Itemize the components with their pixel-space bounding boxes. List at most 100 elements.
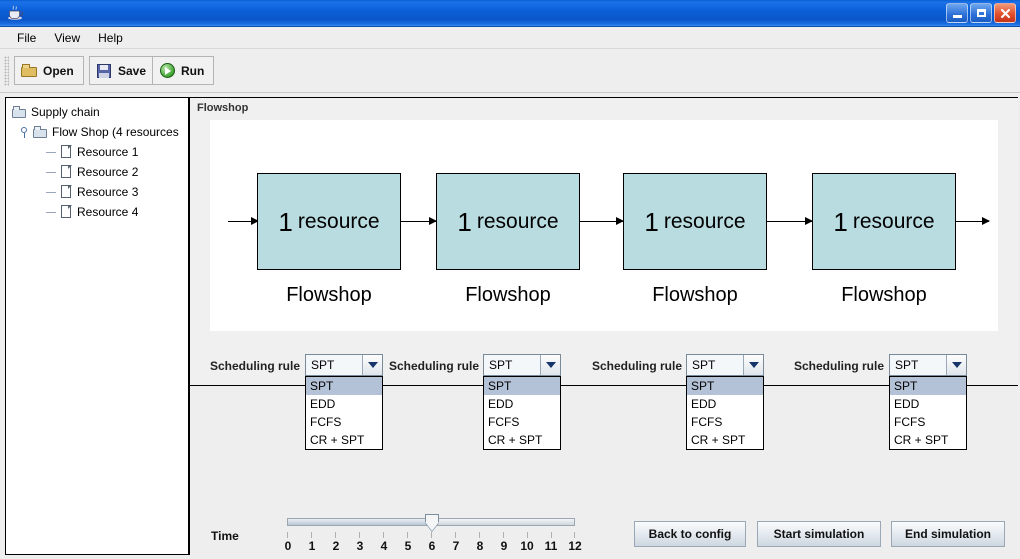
dropdown-option-fcfs[interactable]: FCFS <box>306 413 382 431</box>
save-button[interactable]: Save <box>89 56 157 85</box>
tree-view: Supply chain Flow Shop (4 resources Reso… <box>6 98 188 222</box>
scheduling-rule-dropdown-2[interactable]: SPT EDD FCFS CR + SPT <box>483 376 561 450</box>
dropdown-option-cr-spt[interactable]: CR + SPT <box>484 431 560 449</box>
menu-view[interactable]: View <box>45 29 89 47</box>
tree-item-supply-chain[interactable]: Supply chain <box>6 102 188 122</box>
folder-icon <box>33 125 48 139</box>
minimize-button[interactable] <box>946 3 968 23</box>
flow-arrow-in <box>228 217 259 225</box>
flow-arrow-1-2 <box>401 217 437 225</box>
open-button[interactable]: Open <box>14 56 84 85</box>
tree-item-resource-1[interactable]: Resource 1 <box>6 142 188 162</box>
chevron-down-icon[interactable] <box>362 355 382 375</box>
node-unit: resource <box>663 209 746 233</box>
dropdown-option-spt[interactable]: SPT <box>306 377 382 395</box>
scheduling-rule-value-2: SPT <box>489 358 513 372</box>
dropdown-option-fcfs[interactable]: FCFS <box>687 413 763 431</box>
flowshop-node-3[interactable]: 1 resource <box>623 173 767 270</box>
node-unit: resource <box>297 209 380 233</box>
menu-bar: File View Help <box>0 27 1020 49</box>
dropdown-option-edd[interactable]: EDD <box>890 395 966 413</box>
dropdown-option-edd[interactable]: EDD <box>306 395 382 413</box>
tree-item-label: Resource 1 <box>77 145 139 159</box>
flowshop-node-3-caption: Flowshop <box>652 284 738 306</box>
document-icon <box>60 185 73 199</box>
scheduling-rule-label-1: Scheduling rule <box>210 359 301 373</box>
title-bar <box>0 0 1020 27</box>
node-count: 1 <box>644 206 659 237</box>
node-unit: resource <box>852 209 935 233</box>
close-icon <box>1000 8 1010 18</box>
flow-arrow-3-4 <box>767 217 813 225</box>
tree-item-label: Supply chain <box>31 105 100 119</box>
end-simulation-button[interactable]: End simulation <box>891 521 1005 547</box>
flowshop-node-1-caption: Flowshop <box>286 284 372 306</box>
tree-branch-icon <box>46 165 60 179</box>
toolbar-grip[interactable] <box>4 56 9 86</box>
scheduling-rule-row: Scheduling rule SPT SPT EDD FCFS CR + SP… <box>189 352 1018 450</box>
menu-file[interactable]: File <box>8 29 45 47</box>
scheduling-rule-dropdown-4[interactable]: SPT EDD FCFS CR + SPT <box>889 376 967 450</box>
scheduling-rule-dropdown-3[interactable]: SPT EDD FCFS CR + SPT <box>686 376 764 450</box>
floppy-disk-icon <box>96 63 113 79</box>
scheduling-rule-select-1[interactable]: SPT <box>305 354 383 376</box>
tree-item-resource-4[interactable]: Resource 4 <box>6 202 188 222</box>
back-to-config-button[interactable]: Back to config <box>634 521 746 547</box>
node-count: 1 <box>833 206 848 237</box>
node-count: 1 <box>457 206 472 237</box>
scheduling-rule-value-1: SPT <box>311 358 335 372</box>
flowshop-node-4-caption: Flowshop <box>841 284 927 306</box>
action-button-row: Back to config Start simulation End simu… <box>0 521 1020 547</box>
document-icon <box>60 145 73 159</box>
document-icon <box>60 205 73 219</box>
scheduling-rule-dropdown-1[interactable]: SPT EDD FCFS CR + SPT <box>305 376 383 450</box>
dropdown-option-spt[interactable]: SPT <box>890 377 966 395</box>
dropdown-option-cr-spt[interactable]: CR + SPT <box>306 431 382 449</box>
flowshop-node-4[interactable]: 1 resource <box>812 173 956 270</box>
node-count: 1 <box>278 206 293 237</box>
maximize-icon <box>976 9 986 17</box>
scheduling-rule-value-4: SPT <box>895 358 919 372</box>
supply-chain-tree-panel: Supply chain Flow Shop (4 resources Reso… <box>5 97 189 555</box>
save-button-label: Save <box>118 63 147 78</box>
open-button-label: Open <box>43 63 74 78</box>
dropdown-option-fcfs[interactable]: FCFS <box>890 413 966 431</box>
flowshop-panel: Flowshop 1 resource Flowshop 1 resource … <box>189 97 1018 386</box>
dropdown-option-edd[interactable]: EDD <box>687 395 763 413</box>
flow-arrow-2-3 <box>580 217 624 225</box>
scheduling-rule-select-2[interactable]: SPT <box>483 354 561 376</box>
dropdown-option-fcfs[interactable]: FCFS <box>484 413 560 431</box>
flowshop-node-1[interactable]: 1 resource <box>257 173 401 270</box>
minimize-icon <box>952 15 962 18</box>
chevron-down-icon[interactable] <box>946 355 966 375</box>
flow-arrow-out <box>956 217 990 225</box>
scheduling-rule-value-3: SPT <box>692 358 716 372</box>
chevron-down-icon[interactable] <box>743 355 763 375</box>
scheduling-rule-select-4[interactable]: SPT <box>889 354 967 376</box>
dropdown-option-cr-spt[interactable]: CR + SPT <box>890 431 966 449</box>
run-button[interactable]: Run <box>152 56 215 85</box>
chevron-down-icon[interactable] <box>540 355 560 375</box>
start-simulation-button[interactable]: Start simulation <box>757 521 881 547</box>
play-circle-icon <box>159 62 176 79</box>
toolbar: Open Save Run <box>0 49 1020 93</box>
tree-item-resource-2[interactable]: Resource 2 <box>6 162 188 182</box>
node-unit: resource <box>476 209 559 233</box>
tree-item-label: Resource 2 <box>77 165 139 179</box>
tree-item-resource-3[interactable]: Resource 3 <box>6 182 188 202</box>
scheduling-rule-label-2: Scheduling rule <box>389 359 480 373</box>
tree-branch-icon <box>46 185 60 199</box>
close-button[interactable] <box>994 3 1016 23</box>
maximize-button[interactable] <box>970 3 992 23</box>
flowshop-node-2[interactable]: 1 resource <box>436 173 580 270</box>
dropdown-option-edd[interactable]: EDD <box>484 395 560 413</box>
scheduling-rule-select-3[interactable]: SPT <box>686 354 764 376</box>
folder-open-icon <box>21 63 38 79</box>
tree-item-flow-shop[interactable]: Flow Shop (4 resources <box>6 122 188 142</box>
application-window: File View Help Open Save Run Supply chai… <box>0 0 1020 559</box>
dropdown-option-spt[interactable]: SPT <box>484 377 560 395</box>
expand-handle-icon[interactable] <box>18 125 32 139</box>
menu-help[interactable]: Help <box>89 29 132 47</box>
dropdown-option-cr-spt[interactable]: CR + SPT <box>687 431 763 449</box>
dropdown-option-spt[interactable]: SPT <box>687 377 763 395</box>
